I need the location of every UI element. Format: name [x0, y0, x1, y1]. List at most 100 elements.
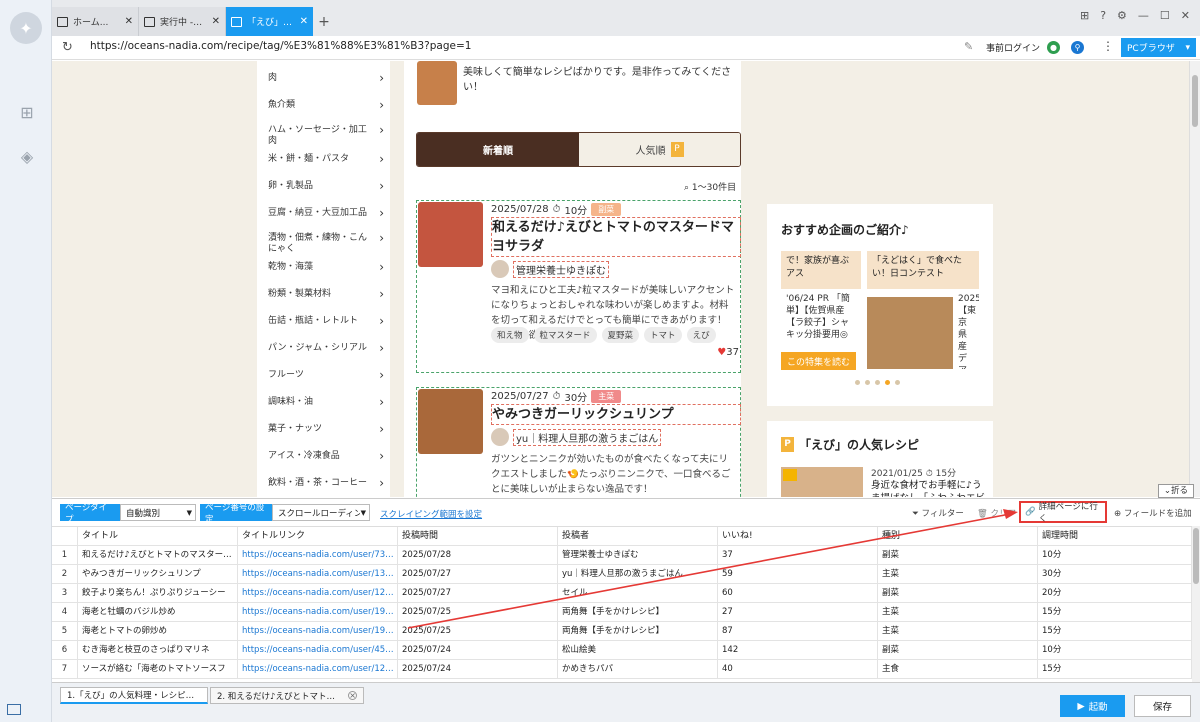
url-field[interactable]: https://oceans-nadia.com/recipe/tag/%E3%… [90, 40, 471, 52]
category-item[interactable]: 粉類・製菓材料 › [268, 288, 388, 300]
reload-icon[interactable]: ↻ [62, 40, 73, 55]
recipe-tags: 和え物 粒マスタード 夏野菜 トマト えび [491, 327, 716, 343]
layers-icon[interactable]: ◈ [16, 146, 38, 168]
table-cell: 4 [52, 603, 78, 622]
table-row[interactable]: 3 餃子より楽ちん！ぷりぷりジューシー https://oceans-nadia.c… [52, 584, 1192, 603]
category-item[interactable]: フルーツ › [268, 369, 388, 381]
pc-browser-button[interactable]: PCブラウザ ▾ [1121, 38, 1196, 57]
tab-running[interactable]: 実行中 -「... ✕ [139, 7, 226, 36]
new-tab-button[interactable]: + [313, 7, 335, 36]
clear-button[interactable]: 🗑 クリア [977, 507, 1016, 519]
table-cell: 2025/07/27 [398, 584, 558, 603]
bottom-tab-detail[interactable]: 2. 和えるだけ♪えびとトマトのマ... × [210, 687, 364, 704]
close-icon[interactable]: ✕ [125, 16, 133, 27]
carousel-dot[interactable] [865, 380, 870, 385]
scrape-range-link[interactable]: スクレイピング範囲を設定 [380, 508, 482, 520]
category-item[interactable]: 菓子・ナッツ › [268, 423, 388, 435]
scrollbar-thumb[interactable] [1193, 528, 1199, 584]
category-item[interactable]: パン・ジャム・シリアル › [268, 342, 388, 354]
carousel-dot[interactable] [855, 380, 860, 385]
chevron-right-icon: › [379, 123, 384, 137]
category-item[interactable]: 調味料・油 › [268, 395, 388, 409]
tab-home[interactable]: ホーム... ✕ [52, 7, 139, 36]
recipe-meta: 2025/07/28 ⏱ 10分 副菜 [491, 202, 622, 217]
new-task-icon[interactable]: ⊞ [16, 102, 38, 124]
carousel-dot[interactable] [885, 380, 890, 385]
mail-icon[interactable] [7, 704, 21, 715]
category-item[interactable]: アイス・冷凍食品 › [268, 450, 388, 462]
minimize-icon[interactable]: — [1138, 9, 1149, 22]
table-row[interactable]: 7 ソースが絡む「海老のトマトソースフ https://oceans-nadia.c… [52, 660, 1192, 679]
maximize-icon[interactable]: ☐ [1160, 9, 1170, 22]
run-button[interactable]: ▶ 起動 [1060, 695, 1125, 717]
category-item[interactable]: 魚介類 › [268, 99, 388, 111]
tab-newest[interactable]: 新着順 [417, 133, 579, 166]
column-header [52, 527, 78, 546]
carousel-dot[interactable] [875, 380, 880, 385]
table-row[interactable]: 4 海老と牡蠣のバジル炒め https://oceans-nadia.com/use… [52, 603, 1192, 622]
page-number-select[interactable]: スクロールローディング▼ [272, 504, 370, 521]
category-label: 菓子・ナッツ [268, 424, 323, 434]
gift-icon[interactable]: ⊞ [1080, 9, 1089, 22]
tag-chip[interactable]: 粒マスタード [533, 327, 597, 343]
like-count[interactable]: ♥37 [717, 347, 739, 358]
recipe-card[interactable]: 2025/07/27 ⏱ 30分 主菜 やみつきガーリックシュリンプ yu｜料理人旦那… [416, 387, 741, 497]
save-button[interactable]: 保存 [1134, 695, 1191, 717]
filter-button[interactable]: ⏷ フィルター [912, 507, 964, 519]
tag-chip[interactable]: えび [686, 327, 716, 343]
category-item[interactable]: 乾物・海藻 › [268, 261, 388, 273]
tab-popular[interactable]: 人気順 P [579, 133, 740, 166]
close-icon[interactable]: ✕ [300, 16, 308, 27]
result-count: ⌕ 1〜30件目 [684, 183, 737, 193]
tag-chip[interactable]: トマト [644, 327, 682, 343]
category-item[interactable]: 豆腐・納豆・大豆加工品 › [268, 207, 388, 219]
recipe-card[interactable]: 2025/07/28 ⏱ 10分 副菜 和えるだけ♪えびとトマトのマスタードマヨサラダ… [416, 200, 741, 373]
category-item[interactable]: 肉 › [268, 72, 388, 84]
category-item[interactable]: 漬物・佃煮・練物・こんにゃく › [268, 232, 388, 255]
category-item[interactable]: 飲料・酒・茶・コーヒー › [268, 477, 388, 489]
tag-chip[interactable]: 和え物 [491, 327, 529, 343]
read-feature-button[interactable]: この特集を読む [781, 352, 857, 370]
page-type-select[interactable]: 自動識別 ▼ [120, 504, 196, 521]
login-button[interactable]: 事前ログイン [986, 41, 1040, 54]
scrollbar-thumb[interactable] [1192, 75, 1198, 127]
add-field-button[interactable]: ⊕ フィールドを追加 [1114, 507, 1192, 519]
help-icon[interactable]: ? [1100, 9, 1106, 22]
popular-title[interactable]: 身近な食材でお手軽に♪うま揚げなし「ふわふわエビマ [871, 479, 989, 497]
category-item[interactable]: 缶詰・瓶詰・レトルト › [268, 315, 388, 327]
carousel-dot[interactable] [895, 380, 900, 385]
table-row[interactable]: 6 むき海老と枝豆のさっぱりマリネ https://oceans-nadia.com… [52, 641, 1192, 660]
go-detail-page-button[interactable]: 🔗 詳細ページに行く [1019, 501, 1107, 524]
extension-icon[interactable]: ● [1047, 41, 1060, 54]
recipe-title[interactable]: 和えるだけ♪えびとトマトのマスタードマヨサラダ [491, 217, 741, 257]
edit-icon[interactable]: ✎ [964, 40, 973, 53]
table-row[interactable]: 5 海老とトマトの卵炒め https://oceans-nadia.com/user… [52, 622, 1192, 641]
fold-button[interactable]: ⌄折る [1158, 484, 1194, 498]
table-row[interactable]: 2 やみつきガーリックシュリンプ https://oceans-nadia.com/… [52, 565, 1192, 584]
chevron-right-icon: › [379, 395, 384, 409]
page-scrollbar[interactable] [1189, 61, 1200, 497]
table-cell: 1 [52, 546, 78, 565]
settings-icon[interactable]: ⚙ [1117, 9, 1127, 22]
more-icon[interactable]: ⋮ [1102, 39, 1114, 53]
table-scrollbar[interactable] [1192, 526, 1200, 682]
close-window-icon[interactable]: ✕ [1181, 9, 1190, 22]
tab-ebi[interactable]: 「えび」の...✕ [226, 7, 313, 36]
bottom-tab-list[interactable]: 1.「えび」の人気料理・レシピラ... [60, 687, 208, 704]
promo-card[interactable]: 2025/ 【東京 県産 デア大 [953, 289, 979, 369]
close-icon[interactable]: ✕ [212, 16, 220, 27]
category-item[interactable]: 米・餅・麺・パスタ › [268, 153, 388, 165]
sort-tabs: 新着順 人気順 P [416, 132, 741, 167]
table-row[interactable]: 1和えるだけ♪えびとトマトのマスタードマヨサラダhttps://oceans-n… [52, 546, 1192, 565]
promo-card[interactable]: で！家族が喜ぶアス '06/24 PR 「簡単】【佐賀県産【ラ餃子】シャキッ分掛… [781, 251, 861, 374]
recipe-title[interactable]: やみつきガーリックシュリンプ [491, 404, 741, 425]
tag-chip[interactable]: 夏野菜 [601, 327, 640, 343]
category-item[interactable]: 卵・乳製品 › [268, 180, 388, 192]
intro-text: 美味しくて簡単なレシピばかりです。是非作ってみてください！ [463, 67, 732, 93]
category-item[interactable]: ハム・ソーセージ・加工肉 › [268, 123, 388, 147]
recipe-author[interactable]: 管理栄養士ゆきぽむ [491, 260, 609, 278]
table-cell: https://oceans-nadia.com/user/12091/reci… [238, 660, 398, 679]
close-icon[interactable]: × [348, 691, 357, 700]
recipe-author[interactable]: yu｜料理人旦那の激うまごはん [491, 428, 662, 446]
user-icon[interactable]: ⚲ [1071, 41, 1084, 54]
